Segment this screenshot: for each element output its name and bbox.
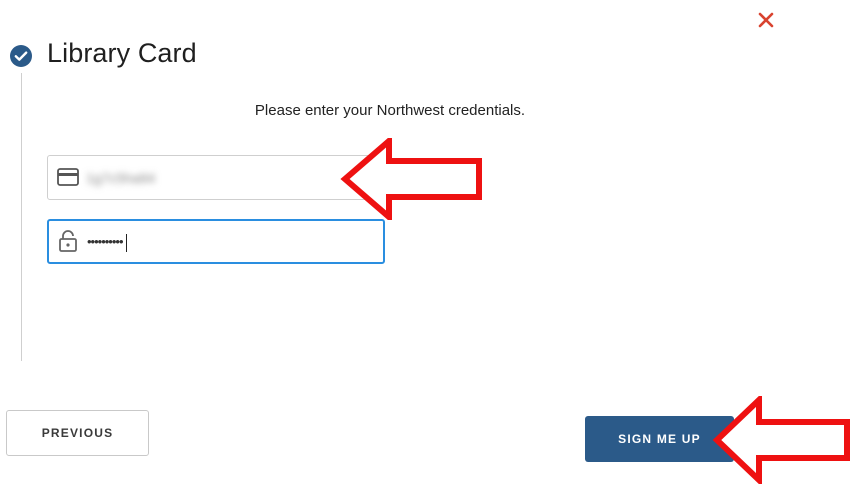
previous-button[interactable]: PREVIOUS <box>6 410 149 456</box>
text-caret <box>125 233 127 252</box>
check-circle-icon <box>10 45 32 67</box>
credit-card-icon <box>57 168 79 186</box>
card-number-field[interactable]: 1g7c5ha84 <box>47 155 385 200</box>
lock-icon <box>59 230 77 252</box>
password-value: •••••••••• <box>87 231 127 253</box>
instructions-text: Please enter your Northwest credentials. <box>254 102 526 119</box>
step-title: Library Card <box>47 38 197 68</box>
card-number-value: 1g7c5ha84 <box>86 170 156 186</box>
annotation-arrow-left-icon <box>340 138 482 220</box>
close-icon[interactable] <box>754 8 778 32</box>
password-field[interactable]: •••••••••• <box>47 219 385 264</box>
step-rail <box>21 73 22 361</box>
annotation-arrow-left-icon <box>712 396 850 484</box>
